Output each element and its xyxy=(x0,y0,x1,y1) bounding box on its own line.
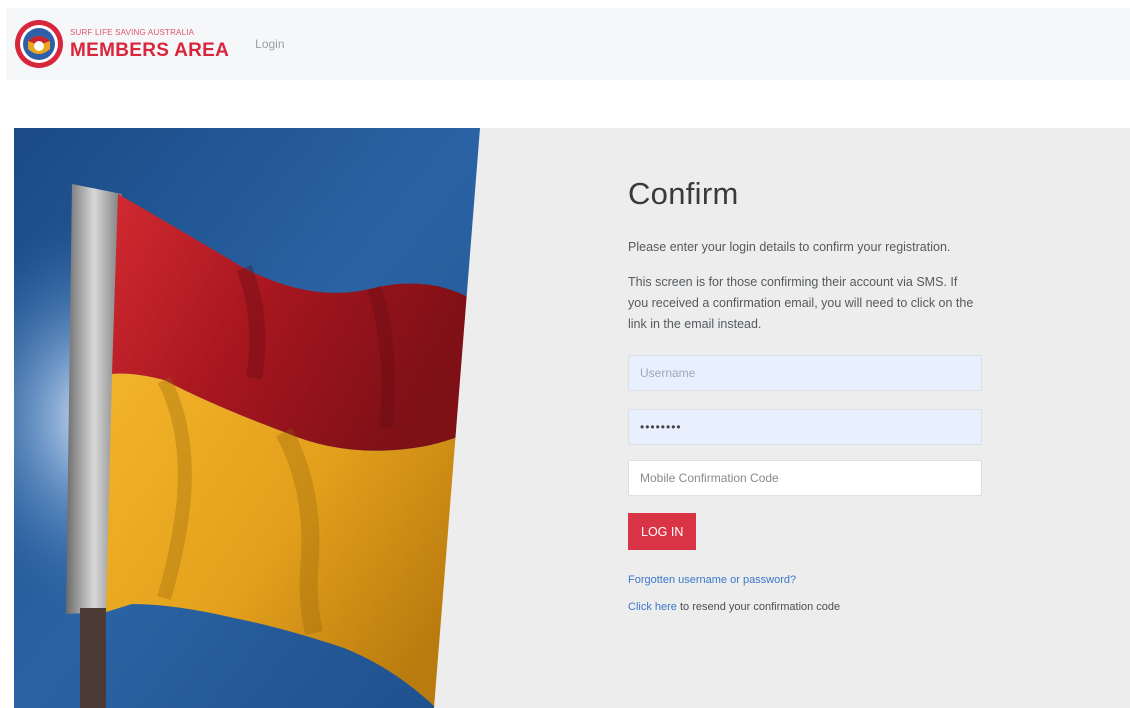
resend-text: to resend your confirmation code xyxy=(676,601,841,613)
page-title: Confirm xyxy=(628,176,739,211)
resend-line: Click here to resend your confirmation c… xyxy=(628,601,988,613)
username-input[interactable] xyxy=(628,355,982,391)
lifesaving-flag-image xyxy=(14,128,480,708)
password-input[interactable] xyxy=(628,409,982,445)
mobile-confirmation-code-input[interactable] xyxy=(628,460,982,496)
login-button[interactable]: LOG IN xyxy=(628,513,697,550)
brand-org-name: SURF LIFE SAVING AUSTRALIA xyxy=(70,27,195,37)
forgot-credentials-link[interactable]: Forgotten username or password? xyxy=(628,574,796,586)
brand-logo-link[interactable]: SURF LIFE SAVING AUSTRALIA MEMBERS AREA xyxy=(14,19,229,69)
top-navbar: SURF LIFE SAVING AUSTRALIA MEMBERS AREA … xyxy=(6,8,1130,80)
brand-title: MEMBERS AREA xyxy=(70,39,230,61)
surf-life-saving-emblem-icon xyxy=(15,20,63,68)
confirm-form-panel: Confirm Please enter your login details … xyxy=(628,128,988,613)
intro-text: Please enter your login details to confi… xyxy=(628,240,951,254)
nav-login-link[interactable]: Login xyxy=(255,37,284,51)
forgot-line: Forgotten username or password? xyxy=(628,574,988,586)
click-here-link[interactable]: Click here xyxy=(628,601,677,613)
main-content: Confirm Please enter your login details … xyxy=(14,128,1130,708)
sms-note-text: This screen is for those confirming thei… xyxy=(628,275,974,331)
